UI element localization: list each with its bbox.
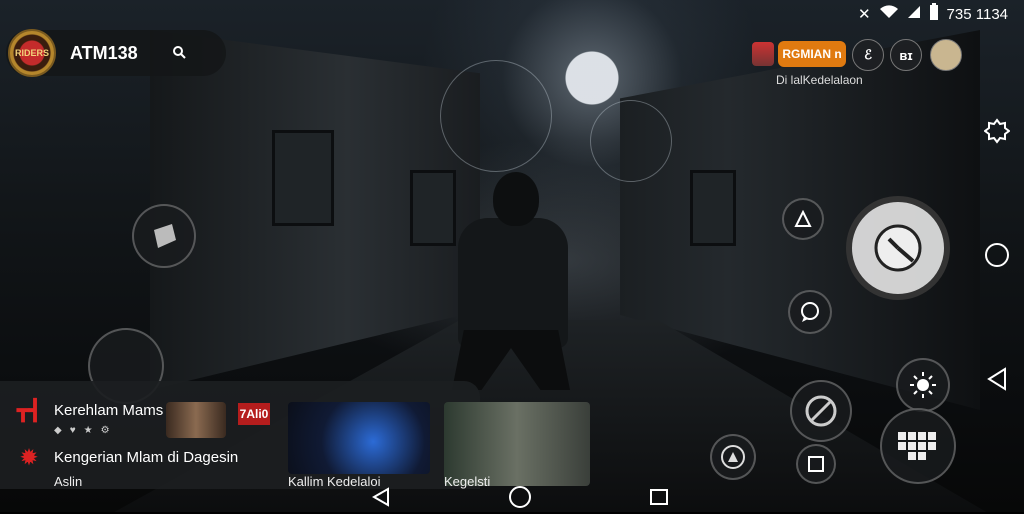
search-icon[interactable] [172,45,186,62]
nav-home-icon[interactable] [508,485,532,514]
channel-row-2[interactable]: ✹ Kengerian Mlam di Dagesin [14,444,239,470]
chat-icon[interactable] [788,290,832,334]
card-1-title: Kallim Kedelaloi [288,474,381,489]
cobweb [440,60,552,172]
status-time: 735 1134 [946,5,1008,23]
card-1-thumbnail[interactable] [288,402,430,474]
avatar[interactable]: RIDERS [8,29,56,77]
window [410,170,456,246]
status-bar: ✕ 735 1134 [858,0,1024,28]
stream-thumbnail[interactable] [166,402,226,438]
gear-icon: ⚙ [100,425,110,436]
window [272,130,334,226]
live-badge: 7Ali0 [238,403,270,425]
channel-title: Kengerian Mlam di Dagesin [54,448,239,466]
avatar-text: RIDERS [14,48,49,58]
back-triangle-icon[interactable] [982,364,1012,394]
flashlight-icon[interactable] [896,358,950,412]
inventory-grid-icon[interactable] [880,408,956,484]
star-icon: ★ [83,425,93,436]
channel-subtitle: Aslin [54,474,83,489]
compass-icon[interactable] [710,434,756,480]
zombie-body [458,218,568,348]
signal-icon [907,5,921,23]
nav-recents-icon[interactable] [648,486,670,513]
shield-icon: ◆ [54,425,62,436]
system-nav [972,90,1024,420]
nav-back-icon[interactable] [370,486,392,513]
zombie-head [493,172,539,226]
top-button-2[interactable]: ʙɪ [890,39,922,71]
player-name: ATM138 [70,42,138,63]
fire-button[interactable] [846,196,950,300]
top-subtitle: Di lalKedelalaon [776,73,863,87]
window [690,170,736,246]
channel-name: Kerehlam Mams [54,401,164,419]
wifi-icon [879,5,899,23]
home-circle-icon[interactable] [982,240,1012,270]
top-button-1[interactable]: ℰ [852,39,884,71]
map-book-icon[interactable] [796,444,836,484]
map-icon[interactable] [930,39,962,71]
channel-meta-icons: ◆ ♥ ★ ⚙ [54,425,118,436]
settings-icon[interactable] [982,116,1012,146]
vibrate-icon: ✕ [857,6,871,23]
dragon-logo-icon: ✹ [20,446,38,469]
reload-button[interactable] [790,380,852,442]
player-profile[interactable]: RIDERS ATM138 [6,29,226,77]
android-nav-bar [370,485,670,514]
battery-icon [929,3,939,25]
crouch-button[interactable] [132,204,196,268]
jump-button[interactable] [782,198,824,240]
opponent-avatar[interactable] [752,42,774,66]
rank-button[interactable]: RGMIAN n [778,41,846,67]
cobweb [590,100,672,182]
channel-logo: ┳┫ [16,399,42,422]
heart-icon: ♥ [69,425,76,436]
channel-row-1[interactable]: ┳┫ Kerehlam Mams [14,397,163,423]
